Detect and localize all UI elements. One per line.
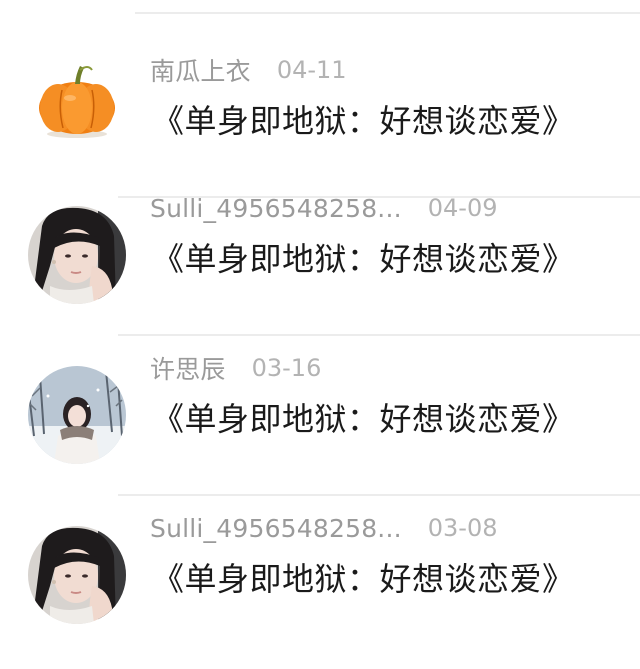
list-item[interactable]: Sulli_4956548258... 04-09 《单身即地狱：好想谈恋爱》 bbox=[0, 176, 640, 336]
girl-portrait-avatar bbox=[28, 526, 126, 624]
username[interactable]: 南瓜上衣 bbox=[150, 52, 251, 88]
comment-text: 《单身即地狱：好想谈恋爱》 bbox=[152, 560, 575, 598]
comment-date: 04-11 bbox=[276, 56, 347, 84]
comment-list: 南瓜上衣 04-11 《单身即地狱：好想谈恋爱》 Sulli_495654825… bbox=[0, 0, 640, 669]
comment-date: 04-09 bbox=[427, 194, 498, 222]
username[interactable]: 许思辰 bbox=[150, 350, 226, 386]
comment-text: 《单身即地狱：好想谈恋爱》 bbox=[152, 102, 575, 140]
comment-meta: Sulli_4956548258... 04-09 bbox=[150, 190, 498, 226]
divider bbox=[135, 12, 640, 14]
comment-date: 03-08 bbox=[427, 514, 498, 542]
pumpkin-icon bbox=[28, 50, 126, 148]
comment-meta: 许思辰 03-16 bbox=[150, 350, 321, 386]
list-item[interactable]: 南瓜上衣 04-11 《单身即地狱：好想谈恋爱》 bbox=[0, 38, 640, 198]
avatar[interactable] bbox=[28, 526, 126, 624]
comment-date: 03-16 bbox=[251, 354, 322, 382]
avatar[interactable] bbox=[28, 366, 126, 464]
comment-meta: Sulli_4956548258... 03-08 bbox=[150, 510, 498, 546]
username[interactable]: Sulli_4956548258... bbox=[150, 194, 402, 223]
comment-text: 《单身即地狱：好想谈恋爱》 bbox=[152, 400, 575, 438]
username[interactable]: Sulli_4956548258... bbox=[150, 514, 402, 543]
snow-portrait-avatar bbox=[28, 366, 126, 464]
list-item[interactable]: Sulli_4956548258... 03-08 《单身即地狱：好想谈恋爱》 bbox=[0, 496, 640, 656]
comment-meta: 南瓜上衣 04-11 bbox=[150, 52, 347, 88]
avatar[interactable] bbox=[28, 50, 126, 148]
comment-text: 《单身即地狱：好想谈恋爱》 bbox=[152, 240, 575, 278]
avatar[interactable] bbox=[28, 206, 126, 304]
list-item[interactable]: 许思辰 03-16 《单身即地狱：好想谈恋爱》 bbox=[0, 336, 640, 496]
girl-portrait-avatar bbox=[28, 206, 126, 304]
